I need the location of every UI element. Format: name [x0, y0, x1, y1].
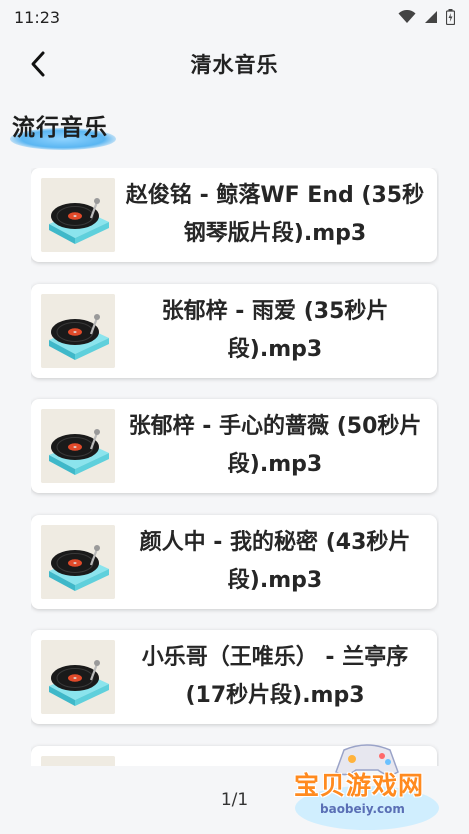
status-time: 11:23: [14, 7, 61, 27]
song-title: 小乐哥（王唯乐） - 兰亭序 (17秒片段).mp3: [141, 645, 409, 708]
turntable-icon: [41, 640, 115, 714]
song-title: 颜人中 - 我的秘密 (43秒片段).mp3: [139, 529, 411, 593]
page-title: 清水音乐: [190, 53, 279, 77]
song-title: 张郁梓 - 雨爱 (35秒片段).mp3: [161, 298, 389, 362]
turntable-thumbnail: [41, 640, 115, 714]
battery-icon: [446, 9, 455, 25]
back-button[interactable]: [22, 48, 54, 80]
song-title: 赵俊铭 - 鲸落WF End (35秒钢琴版片段).mp3: [125, 183, 425, 246]
wifi-icon: [398, 10, 416, 23]
song-list[interactable]: 赵俊铭 - 鲸落WF End (35秒钢琴版片段).mp3 张郁梓 - 雨爱 (…: [31, 168, 439, 766]
watermark-logo: 宝贝游戏网 baobeiy.com: [292, 742, 442, 830]
turntable-icon: [41, 409, 115, 483]
watermark-url: baobeiy.com: [320, 802, 405, 816]
section-heading-label: 流行音乐: [12, 115, 108, 141]
turntable-icon: [41, 293, 115, 368]
turntable-icon: [41, 178, 115, 252]
turntable-thumbnail: [41, 178, 115, 252]
chevron-left-icon: [31, 51, 45, 77]
song-item[interactable]: 颜人中 - 我的秘密 (43秒片段).mp3: [31, 514, 437, 609]
song-item[interactable]: 张郁梓 - 手心的蔷薇 (50秒片段).mp3: [31, 399, 437, 493]
watermark-text: 宝贝游戏网: [294, 771, 425, 800]
section-heading: 流行音乐: [10, 108, 116, 152]
turntable-thumbnail: [41, 755, 115, 766]
song-item[interactable]: 张郁梓 - 雨爱 (35秒片段).mp3: [31, 283, 437, 378]
turntable-thumbnail: [41, 293, 115, 368]
turntable-icon: [41, 524, 115, 599]
turntable-thumbnail: [41, 409, 115, 483]
turntable-thumbnail: [41, 524, 115, 599]
status-bar: 11:23: [0, 0, 469, 34]
signal-icon: [425, 11, 437, 23]
top-bar: 清水音乐: [0, 34, 469, 94]
song-item[interactable]: 小乐哥（王唯乐） - 兰亭序 (17秒片段).mp3: [31, 630, 437, 724]
song-item[interactable]: 赵俊铭 - 鲸落WF End (35秒钢琴版片段).mp3: [31, 168, 437, 262]
song-title: 张郁梓 - 手心的蔷薇 (50秒片段).mp3: [128, 414, 422, 477]
turntable-icon: [41, 755, 115, 766]
status-icons: [398, 9, 455, 25]
